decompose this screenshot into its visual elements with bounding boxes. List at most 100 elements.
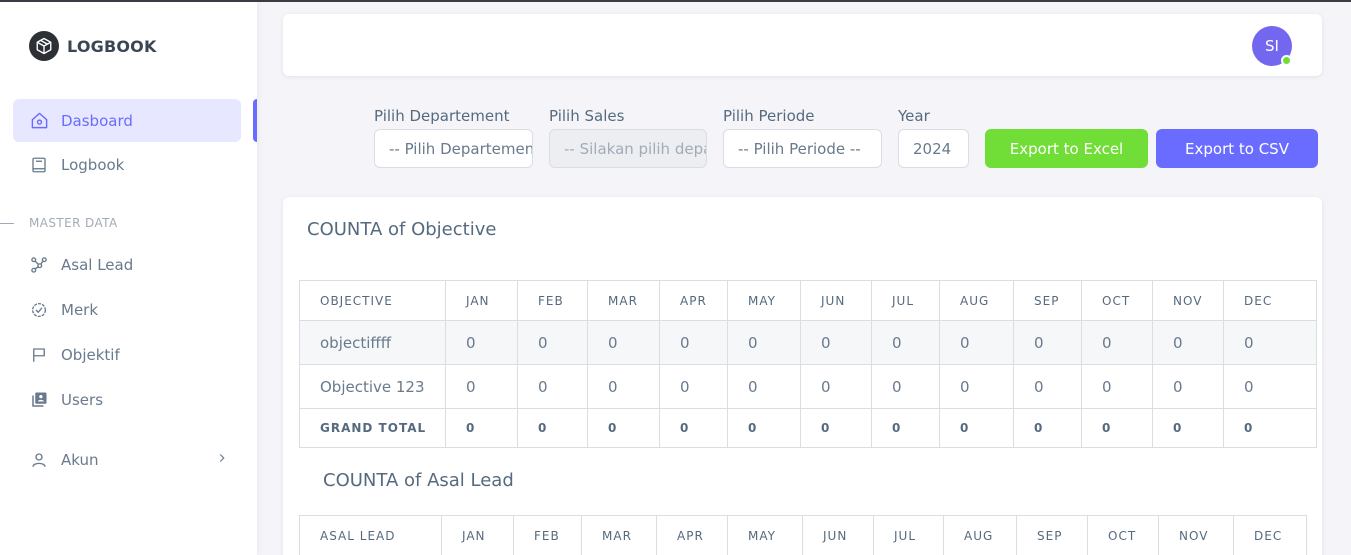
badge-check-icon	[29, 300, 49, 320]
table-cell: 0	[517, 408, 588, 448]
column-header: NOV	[1158, 515, 1234, 555]
table-cell: Objective 123	[299, 364, 446, 409]
column-header: MAY	[727, 280, 801, 321]
year-label: Year	[898, 107, 930, 125]
department-select[interactable]: -- Pilih Departement --	[374, 129, 533, 168]
table-header-row: OBJECTIVE JAN FEB MAR APR MAY JUN JUL AU…	[299, 280, 1317, 321]
column-header: OCT	[1081, 280, 1153, 321]
sales-select[interactable]: -- Silakan pilih departement --	[549, 129, 707, 168]
column-header: JAN	[445, 280, 518, 321]
table-row: Objective 123 0 0 0 0 0 0 0 0 0 0 0 0	[299, 364, 1317, 409]
column-header: APR	[656, 515, 728, 555]
table-cell: GRAND TOTAL	[299, 408, 446, 448]
asal-lead-table-title: COUNTA of Asal Lead	[323, 470, 514, 491]
column-header: AUG	[939, 280, 1014, 321]
column-header: OCT	[1087, 515, 1159, 555]
sidebar-item-label: Users	[61, 390, 104, 409]
cube-icon	[29, 31, 59, 61]
menu-section-header: MASTER DATA	[0, 216, 118, 230]
sidebar-item-label: Dasboard	[61, 111, 133, 130]
home-icon	[29, 111, 49, 131]
sales-label: Pilih Sales	[549, 107, 625, 125]
table-cell: 0	[445, 408, 518, 448]
column-header: JUL	[873, 515, 944, 555]
flag-icon	[29, 345, 49, 365]
section-header-label: MASTER DATA	[29, 216, 118, 230]
section-divider	[0, 222, 14, 224]
network-icon	[29, 255, 49, 275]
export-csv-button[interactable]: Export to CSV	[1156, 129, 1318, 168]
grand-total-row: GRAND TOTAL 0 0 0 0 0 0 0 0 0 0 0 0	[299, 408, 1317, 448]
periode-select[interactable]: -- Pilih Periode --	[723, 129, 882, 168]
sidebar-item-akun[interactable]: Akun	[13, 438, 241, 481]
sidebar-item-merk[interactable]: Merk	[13, 288, 241, 331]
objective-table-title: COUNTA of Objective	[307, 219, 497, 240]
table-cell: 0	[1223, 320, 1317, 365]
table-cell: 0	[939, 320, 1014, 365]
brand[interactable]: LOGBOOK	[29, 31, 157, 61]
report-card: COUNTA of Objective OBJECTIVE JAN FEB MA…	[283, 197, 1322, 555]
column-header: JUN	[800, 280, 872, 321]
export-excel-button[interactable]: Export to Excel	[985, 129, 1148, 168]
table-cell: 0	[659, 320, 728, 365]
table-cell: 0	[1223, 364, 1317, 409]
user-list-icon	[29, 390, 49, 410]
table-cell: 0	[1152, 320, 1224, 365]
table-cell: 0	[659, 364, 728, 409]
window-top-border	[0, 0, 1351, 2]
sidebar-item-label: Merk	[61, 300, 99, 319]
table-cell: 0	[871, 408, 940, 448]
column-header: MAR	[587, 280, 660, 321]
table-cell: 0	[1081, 408, 1153, 448]
table-cell: 0	[1013, 408, 1082, 448]
sidebar-item-objektif[interactable]: Objektif	[13, 333, 241, 376]
column-header: JAN	[441, 515, 514, 555]
chevron-right-icon	[215, 451, 229, 469]
column-header: MAR	[581, 515, 657, 555]
table-cell: 0	[1152, 364, 1224, 409]
sidebar-item-dasboard[interactable]: Dasboard	[13, 99, 241, 142]
table-header-row: ASAL LEAD JAN FEB MAR APR MAY JUN JUL AU…	[299, 515, 1307, 555]
table-cell: objectiffff	[299, 320, 446, 365]
avatar-initials: SI	[1265, 37, 1279, 55]
table-cell: 0	[445, 320, 518, 365]
sidebar-item-users[interactable]: Users	[13, 378, 241, 421]
sidebar-item-asal-lead[interactable]: Asal Lead	[13, 243, 241, 286]
column-header: SEP	[1013, 280, 1082, 321]
department-label: Pilih Departement	[374, 107, 510, 125]
table-cell: 0	[1081, 320, 1153, 365]
column-header: DEC	[1233, 515, 1307, 555]
column-header: FEB	[513, 515, 582, 555]
sidebar-item-label: Objektif	[61, 345, 120, 364]
table-cell: 0	[659, 408, 728, 448]
avatar[interactable]: SI	[1252, 26, 1292, 66]
table-cell: 0	[445, 364, 518, 409]
sidebar-item-label: Akun	[61, 450, 99, 469]
sidebar: LOGBOOK Dasboard Logbook MASTER DATA Asa…	[0, 0, 257, 555]
column-header: JUN	[802, 515, 874, 555]
sidebar-item-logbook[interactable]: Logbook	[13, 143, 241, 186]
year-input[interactable]: 2024	[898, 129, 969, 168]
table-cell: 0	[939, 408, 1014, 448]
column-header: APR	[659, 280, 728, 321]
table-cell: 0	[1013, 320, 1082, 365]
objective-table: OBJECTIVE JAN FEB MAR APR MAY JUN JUL AU…	[299, 280, 1317, 448]
periode-label: Pilih Periode	[723, 107, 815, 125]
column-header: AUG	[943, 515, 1017, 555]
table-cell: 0	[939, 364, 1014, 409]
user-icon	[29, 450, 49, 470]
table-cell: 0	[1152, 408, 1224, 448]
table-cell: 0	[1081, 364, 1153, 409]
table-cell: 0	[800, 364, 872, 409]
table-cell: 0	[800, 320, 872, 365]
table-cell: 0	[587, 364, 660, 409]
column-header: MAY	[727, 515, 803, 555]
table-cell: 0	[871, 320, 940, 365]
table-cell: 0	[871, 364, 940, 409]
sidebar-item-label: Asal Lead	[61, 255, 134, 274]
sidebar-item-label: Logbook	[61, 155, 125, 174]
table-row: objectiffff 0 0 0 0 0 0 0 0 0 0 0 0	[299, 320, 1317, 365]
column-header: DEC	[1223, 280, 1317, 321]
table-cell: 0	[1223, 408, 1317, 448]
table-cell: 0	[517, 364, 588, 409]
